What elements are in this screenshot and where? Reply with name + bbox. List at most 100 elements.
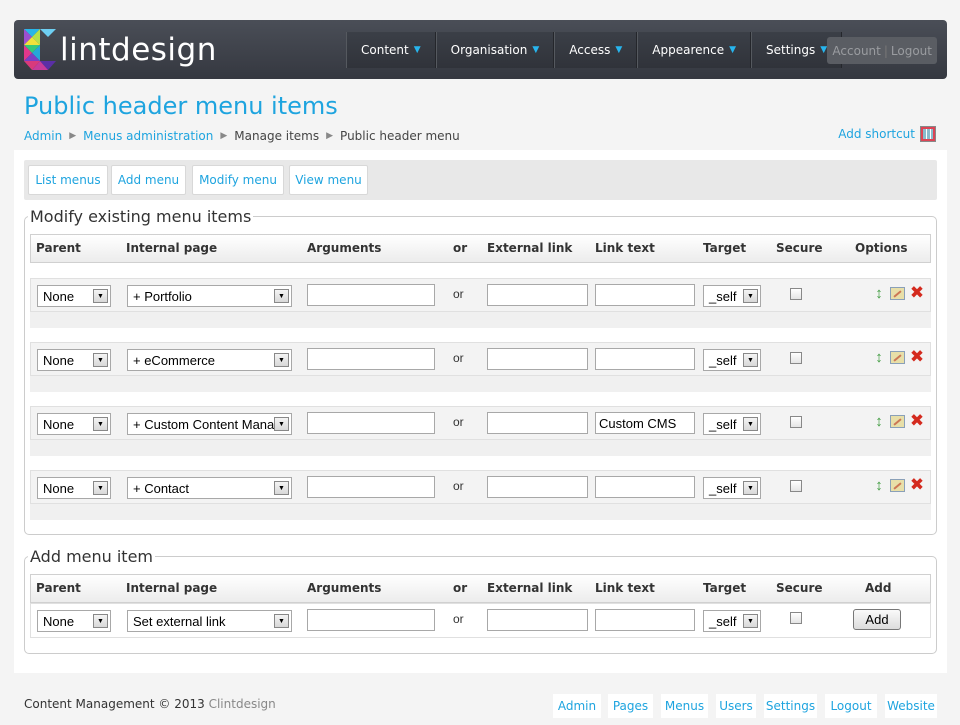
delete-icon[interactable]: ✖ bbox=[909, 411, 925, 430]
logout-link[interactable]: Logout bbox=[891, 44, 932, 58]
dropdown-arrow-icon: ▼ bbox=[743, 481, 758, 495]
breadcrumb-arrow-icon: ▶ bbox=[220, 131, 228, 141]
logo-text: lintdesign bbox=[60, 31, 217, 68]
internal-page-select[interactable]: + eCommerce ▼ bbox=[127, 349, 292, 371]
col-external-link: External link bbox=[487, 581, 573, 595]
delete-icon[interactable]: ✖ bbox=[909, 347, 925, 366]
caret-down-icon: ▼ bbox=[820, 45, 828, 55]
shortcut-icon bbox=[920, 126, 936, 142]
target-select[interactable]: _self ▼ bbox=[703, 477, 761, 499]
footer-link-users[interactable]: Users bbox=[716, 694, 756, 718]
arguments-input[interactable] bbox=[307, 348, 435, 370]
move-arrows-icon[interactable]: ↕ bbox=[871, 285, 887, 302]
dropdown-arrow-icon: ▼ bbox=[274, 353, 289, 367]
add-external-link-input[interactable] bbox=[487, 609, 588, 631]
footer-link-admin[interactable]: Admin bbox=[553, 694, 601, 718]
col-parent: Parent bbox=[36, 241, 81, 255]
target-select[interactable]: _self ▼ bbox=[703, 285, 761, 307]
arguments-input[interactable] bbox=[307, 412, 435, 434]
nav-content[interactable]: Content ▼ bbox=[346, 32, 436, 68]
add-target-value: _self bbox=[709, 613, 737, 629]
account-link[interactable]: Account bbox=[832, 44, 880, 58]
secure-checkbox[interactable] bbox=[790, 288, 802, 300]
add-arguments-input[interactable] bbox=[307, 609, 435, 631]
add-shortcut-label: Add shortcut bbox=[838, 127, 915, 141]
nav-appearence[interactable]: Appearence ▼ bbox=[637, 32, 752, 68]
target-value: _self bbox=[709, 416, 737, 432]
add-shortcut-link[interactable]: Add shortcut bbox=[838, 126, 936, 142]
link-text-input[interactable] bbox=[595, 348, 695, 370]
secure-checkbox[interactable] bbox=[790, 416, 802, 428]
external-link-input[interactable] bbox=[487, 476, 588, 498]
add-parent-select[interactable]: None ▼ bbox=[37, 610, 111, 632]
arguments-input[interactable] bbox=[307, 476, 435, 498]
footer-copyright: Content Management © 2013 Clintdesign bbox=[24, 697, 276, 711]
secure-checkbox[interactable] bbox=[790, 352, 802, 364]
tab-modify-menu[interactable]: Modify menu bbox=[192, 165, 284, 195]
add-internal-page-select[interactable]: Set external link ▼ bbox=[127, 610, 292, 632]
footer-link-pages[interactable]: Pages bbox=[608, 694, 653, 718]
target-select[interactable]: _self ▼ bbox=[703, 349, 761, 371]
row-spacer bbox=[30, 440, 931, 456]
link-text-input[interactable]: Custom CMS bbox=[595, 412, 695, 434]
or-label: or bbox=[453, 351, 464, 365]
nav-access[interactable]: Access ▼ bbox=[554, 32, 638, 68]
breadcrumb-manage-items: Manage items bbox=[234, 129, 320, 143]
secure-checkbox[interactable] bbox=[790, 480, 802, 492]
add-link-text-input[interactable] bbox=[595, 609, 695, 631]
move-arrows-icon[interactable]: ↕ bbox=[871, 413, 887, 430]
menu-item-row: None ▼ + Contact ▼ or _self ▼ ↕ ✖ bbox=[30, 470, 931, 504]
move-arrows-icon[interactable]: ↕ bbox=[871, 477, 887, 494]
dropdown-arrow-icon: ▼ bbox=[743, 417, 758, 431]
nav-access-label: Access bbox=[569, 43, 611, 57]
external-link-input[interactable] bbox=[487, 284, 588, 306]
internal-page-select[interactable]: + Portfolio ▼ bbox=[127, 285, 292, 307]
col-secure: Secure bbox=[776, 241, 823, 255]
col-options: Options bbox=[855, 241, 908, 255]
parent-select[interactable]: None ▼ bbox=[37, 477, 111, 499]
row-spacer bbox=[30, 312, 931, 328]
col-link-text: Link text bbox=[595, 241, 655, 255]
target-value: _self bbox=[709, 288, 737, 304]
target-value: _self bbox=[709, 480, 737, 496]
external-link-input[interactable] bbox=[487, 348, 588, 370]
parent-select[interactable]: None ▼ bbox=[37, 285, 111, 307]
col-target: Target bbox=[703, 241, 747, 255]
internal-page-select[interactable]: + Contact ▼ bbox=[127, 477, 292, 499]
footer-brand-link[interactable]: Clintdesign bbox=[209, 697, 276, 711]
edit-icon[interactable] bbox=[890, 351, 905, 364]
add-button[interactable]: Add bbox=[853, 609, 901, 630]
top-navigation-bar: lintdesign Content ▼ Organisation ▼ Access… bbox=[14, 20, 947, 79]
arguments-input[interactable] bbox=[307, 284, 435, 306]
nav-organisation[interactable]: Organisation ▼ bbox=[435, 32, 555, 68]
parent-select[interactable]: None ▼ bbox=[37, 413, 111, 435]
breadcrumb: Admin ▶ Menus administration ▶ Manage it… bbox=[24, 129, 460, 143]
external-link-input[interactable] bbox=[487, 412, 588, 434]
footer-link-menus[interactable]: Menus bbox=[661, 694, 708, 718]
edit-icon[interactable] bbox=[890, 415, 905, 428]
logo[interactable]: lintdesign bbox=[24, 29, 217, 70]
link-text-input[interactable] bbox=[595, 284, 695, 306]
caret-down-icon: ▼ bbox=[615, 45, 623, 55]
tab-view-menu[interactable]: View menu bbox=[289, 165, 368, 195]
add-secure-checkbox[interactable] bbox=[790, 612, 802, 624]
add-internal-page-value: Set external link bbox=[133, 613, 226, 629]
add-target-select[interactable]: _self ▼ bbox=[703, 610, 761, 632]
breadcrumb-menus-administration[interactable]: Menus administration bbox=[83, 129, 213, 143]
internal-page-select[interactable]: + Custom Content Mana ▼ bbox=[127, 413, 292, 435]
parent-select[interactable]: None ▼ bbox=[37, 349, 111, 371]
target-select[interactable]: _self ▼ bbox=[703, 413, 761, 435]
breadcrumb-admin[interactable]: Admin bbox=[24, 129, 62, 143]
delete-icon[interactable]: ✖ bbox=[909, 283, 925, 302]
move-arrows-icon[interactable]: ↕ bbox=[871, 349, 887, 366]
footer-link-website[interactable]: Website bbox=[885, 694, 937, 718]
tab-add-menu[interactable]: Add menu bbox=[111, 165, 186, 195]
footer-link-logout[interactable]: Logout bbox=[825, 694, 877, 718]
edit-icon[interactable] bbox=[890, 287, 905, 300]
delete-icon[interactable]: ✖ bbox=[909, 475, 925, 494]
footer-link-settings[interactable]: Settings bbox=[764, 694, 817, 718]
tab-list-menus[interactable]: List menus bbox=[28, 165, 108, 195]
col-target: Target bbox=[703, 581, 747, 595]
edit-icon[interactable] bbox=[890, 479, 905, 492]
link-text-input[interactable] bbox=[595, 476, 695, 498]
